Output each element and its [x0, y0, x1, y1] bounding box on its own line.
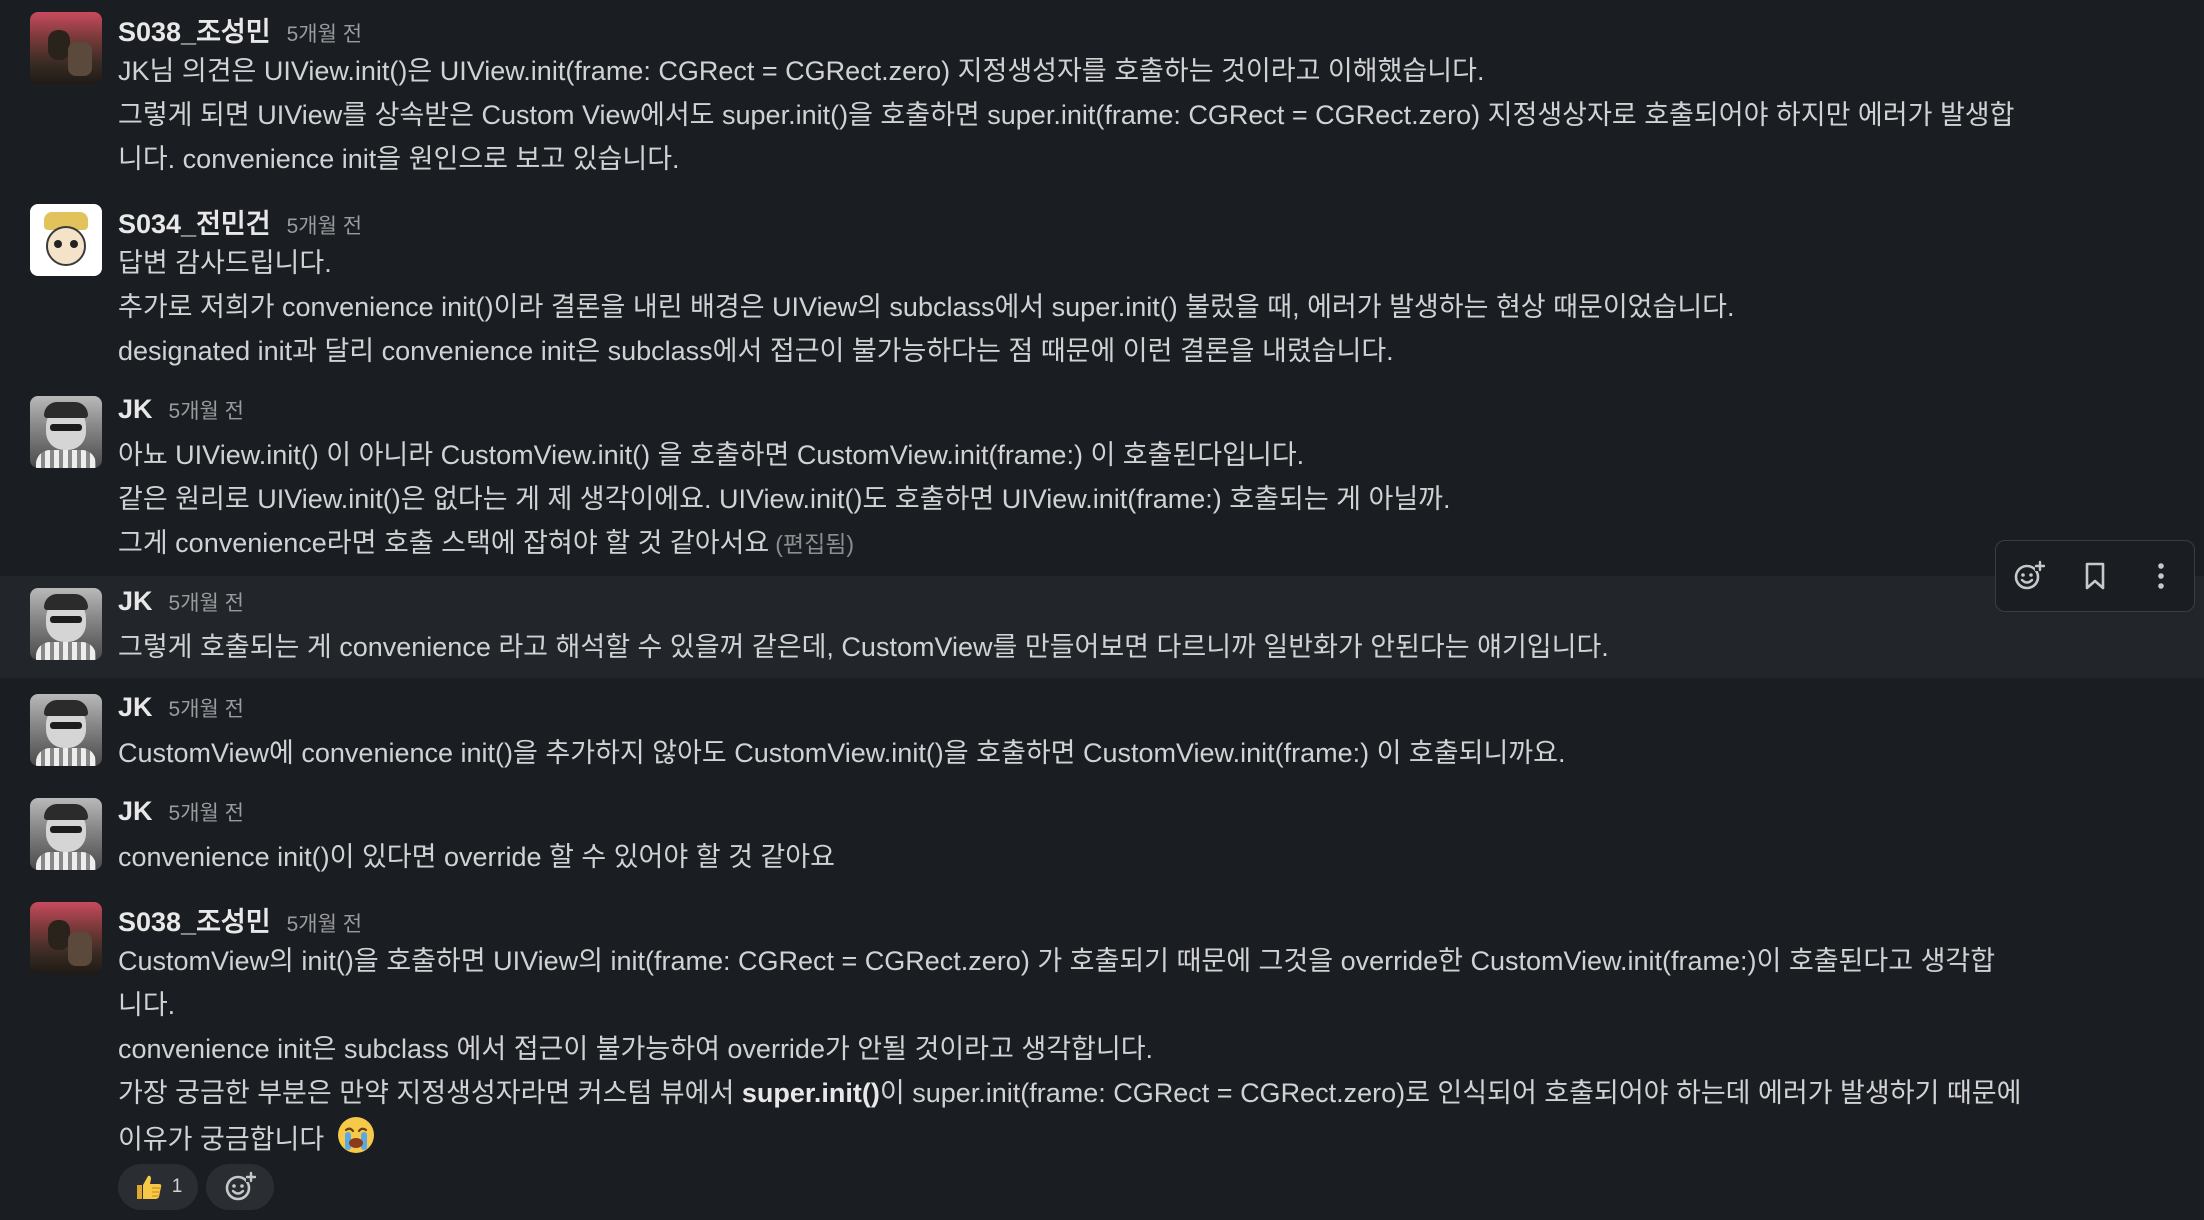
author-name[interactable]: JK — [118, 394, 153, 425]
avatar[interactable] — [30, 12, 102, 84]
message-item: JK 5개월 전 convenience init()이 있다면 overrid… — [0, 790, 2204, 888]
message-text-content: 이유가 궁금합니다 — [118, 1124, 325, 1155]
message-text: 아뇨 UIView.init() 이 아니라 CustomView.init()… — [118, 440, 1305, 470]
avatar[interactable] — [30, 588, 102, 660]
avatar[interactable] — [30, 396, 102, 468]
message-text: 이유가 궁금합니다 — [118, 1115, 376, 1168]
avatar[interactable] — [30, 798, 102, 870]
message-text: 니다. — [118, 990, 176, 1020]
message-text: convenience init()이 있다면 override 할 수 있어야… — [118, 842, 835, 872]
author-name[interactable]: JK — [118, 692, 153, 723]
bold-code-text: super.init() — [741, 1078, 880, 1108]
message-text: CustomView의 init()을 호출하면 UIView의 init(fr… — [118, 946, 1996, 976]
message-text-content: 이 super.init(frame: CGRect = CGRect.zero… — [879, 1078, 2022, 1108]
message-item: JK 5개월 전 아뇨 UIView.init() 이 아니라 CustomVi… — [0, 384, 2204, 569]
more-actions-button[interactable] — [2139, 554, 2183, 598]
message-text: CustomView에 convenience init()을 추가하지 않아도… — [118, 738, 1566, 768]
message-item: S038_조성민 5개월 전 JK님 의견은 UIView.init()은 UI… — [0, 0, 2204, 185]
more-vertical-icon — [2158, 563, 2164, 589]
timestamp[interactable]: 5개월 전 — [169, 797, 244, 827]
author-name[interactable]: S034_전민건 — [118, 202, 271, 241]
add-reaction-button[interactable] — [2007, 554, 2051, 598]
thumbs-up-emoji — [136, 1175, 161, 1199]
message-item-hovered: JK 5개월 전 그렇게 호출되는 게 convenience 라고 해석할 수… — [0, 576, 2204, 678]
message-text: 그게 convenience라면 호출 스택에 잡혀야 할 것 같아서요 (편집됨… — [118, 521, 854, 566]
edited-label: (편집됨) — [775, 531, 855, 557]
message-text: 니다. convenience init을 원인으로 보고 있습니다. — [118, 144, 680, 174]
message-text: 같은 원리로 UIView.init()은 없다는 게 제 생각이에요. UIV… — [118, 484, 1451, 514]
message-actions-toolbar — [1995, 540, 2195, 612]
avatar[interactable] — [30, 694, 102, 766]
author-name[interactable]: JK — [118, 586, 153, 617]
bookmark-button[interactable] — [2073, 554, 2117, 598]
reaction-thumbs-up[interactable]: 1 — [118, 1164, 198, 1210]
message-item: S038_조성민 5개월 전 CustomView의 init()을 호출하면 … — [0, 894, 2204, 1220]
author-name[interactable]: S038_조성민 — [118, 900, 271, 939]
avatar[interactable] — [30, 902, 102, 974]
message-item: JK 5개월 전 CustomView에 convenience init()을… — [0, 686, 2204, 784]
timestamp[interactable]: 5개월 전 — [169, 587, 244, 617]
message-text: 가장 궁금한 부분은 만약 지정생성자라면 커스텀 뷰에서 super.init… — [118, 1071, 2021, 1115]
message-text: 추가로 저희가 convenience init()이라 결론을 내린 배경은 … — [118, 292, 1735, 322]
timestamp[interactable]: 5개월 전 — [169, 693, 244, 723]
message-text: 답변 감사드립니다. — [118, 248, 332, 278]
message-text: 그렇게 되면 UIView를 상속받은 Custom View에서도 super… — [118, 100, 2015, 130]
avatar[interactable] — [30, 204, 102, 276]
timestamp[interactable]: 5개월 전 — [287, 18, 362, 48]
message-text: 그렇게 호출되는 게 convenience 라고 해석할 수 있을꺼 같은데,… — [118, 632, 1609, 662]
message-text-content: 그게 convenience라면 호출 스택에 잡혀야 할 것 같아서요 — [118, 528, 770, 558]
message-text-content: 가장 궁금한 부분은 만약 지정생성자라면 커스텀 뷰에서 — [118, 1078, 742, 1108]
add-reaction-icon — [225, 1171, 256, 1201]
bookmark-icon — [2085, 562, 2105, 590]
timestamp[interactable]: 5개월 전 — [287, 908, 362, 938]
timestamp[interactable]: 5개월 전 — [169, 395, 244, 425]
message-item: S034_전민건 5개월 전 답변 감사드립니다. 추가로 저희가 conven… — [0, 192, 2204, 377]
add-reaction-icon — [2014, 560, 2045, 590]
author-name[interactable]: JK — [118, 796, 153, 827]
message-text: designated init과 달리 convenience init은 su… — [118, 336, 1394, 366]
add-reaction-button[interactable] — [206, 1164, 274, 1210]
message-text: JK님 의견은 UIView.init()은 UIView.init(frame… — [118, 56, 1485, 86]
crying-face-emoji — [336, 1115, 376, 1168]
timestamp[interactable]: 5개월 전 — [287, 210, 362, 240]
author-name[interactable]: S038_조성민 — [118, 10, 271, 49]
message-text: convenience init은 subclass 에서 접근이 불가능하여 … — [118, 1034, 1154, 1064]
reaction-count: 1 — [171, 1176, 183, 1197]
